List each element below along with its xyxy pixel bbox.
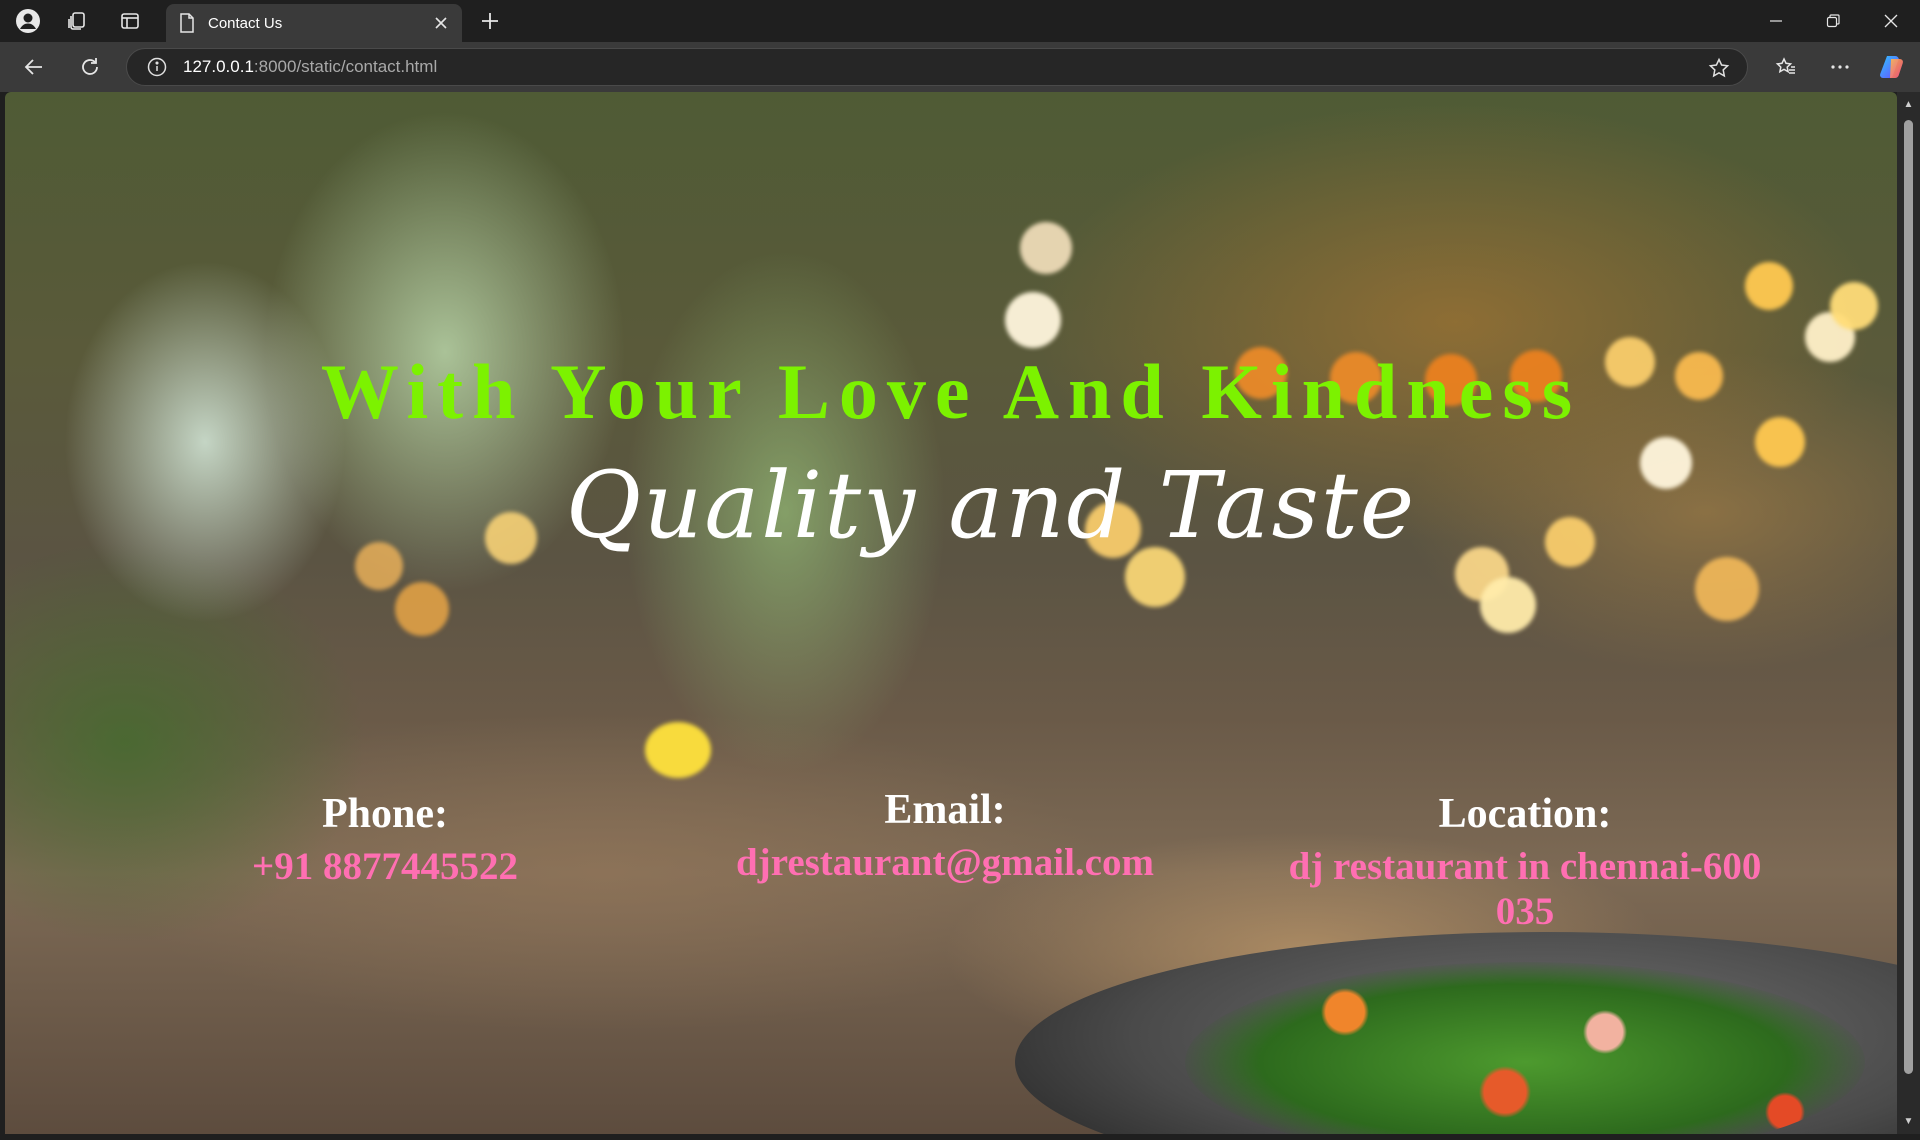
phone-value: +91 8877445522: [252, 845, 518, 888]
reload-icon[interactable]: [72, 49, 108, 85]
back-arrow-icon[interactable]: [16, 49, 52, 85]
tab-title: Contact Us: [208, 14, 283, 32]
restore-icon[interactable]: [1815, 3, 1851, 39]
location-value: dj restaurant in chennai-600 035: [1288, 845, 1762, 933]
close-icon[interactable]: [430, 12, 452, 34]
collections-icon[interactable]: [59, 3, 95, 39]
page-icon: [176, 12, 198, 34]
more-icon[interactable]: [1822, 49, 1858, 85]
address-bar[interactable]: 127.0.0.1:8000/static/contact.html: [126, 48, 1748, 86]
tab-strip: Contact Us: [0, 0, 1920, 42]
contact-phone: Phone: +91 8877445522: [205, 790, 565, 889]
email-value: djrestaurant@gmail.com: [736, 841, 1154, 884]
navigation-toolbar: 127.0.0.1:8000/static/contact.html: [0, 42, 1920, 92]
hero-headline: With Your Love And Kindness: [320, 348, 1582, 435]
email-label: Email:: [884, 787, 1006, 833]
star-icon[interactable]: [1701, 50, 1737, 86]
url-text[interactable]: 127.0.0.1:8000/static/contact.html: [183, 57, 437, 77]
tab-actions-icon[interactable]: [112, 3, 148, 39]
close-icon[interactable]: [1873, 3, 1909, 39]
plus-icon[interactable]: [472, 3, 508, 39]
minimize-icon[interactable]: [1758, 3, 1794, 39]
scroll-down-icon[interactable]: ▼: [1902, 1115, 1915, 1128]
scroll-up-icon[interactable]: ▲: [1902, 98, 1915, 111]
hero-subheadline: Quality and Taste: [565, 452, 1417, 559]
page-scrollbar[interactable]: ▲ ▼: [1897, 92, 1920, 1134]
contact-email: Email: djrestaurant@gmail.com: [625, 786, 1265, 885]
profile-icon[interactable]: [10, 3, 46, 39]
contact-location: Location: dj restaurant in chennai-600 0…: [1255, 790, 1795, 934]
scroll-thumb[interactable]: [1904, 120, 1913, 1074]
copilot-icon[interactable]: [1874, 49, 1910, 85]
phone-label: Phone:: [322, 791, 448, 837]
info-icon[interactable]: [139, 49, 175, 85]
favorites-icon[interactable]: [1768, 49, 1804, 85]
tab-contact-us[interactable]: Contact Us: [166, 4, 462, 42]
page-viewport: With Your Love And Kindness Quality and …: [5, 92, 1897, 1134]
location-label: Location:: [1438, 791, 1612, 837]
